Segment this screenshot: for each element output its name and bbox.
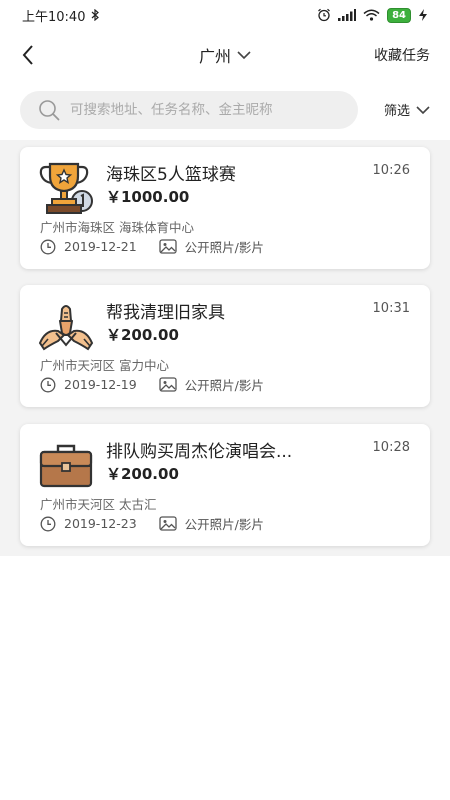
- chevron-down-icon: [237, 51, 251, 60]
- task-meta: 2019-12-23 公开照片/影片: [40, 514, 286, 533]
- briefcase-icon: [39, 444, 93, 488]
- city-selector[interactable]: 广州: [165, 43, 285, 67]
- search-row: 筛选: [0, 80, 450, 140]
- task-price: ￥200.00: [106, 326, 179, 344]
- city-label: 广州: [198, 47, 231, 66]
- task-date: 2019-12-21: [40, 239, 137, 255]
- task-media-text: 公开照片/影片: [184, 517, 264, 532]
- task-title: 帮我清理旧家具: [106, 303, 225, 323]
- battery-indicator: 84: [387, 7, 411, 23]
- task-date-text: 2019-12-23: [64, 516, 137, 531]
- back-button[interactable]: [18, 42, 42, 68]
- task-date-text: 2019-12-19: [64, 377, 137, 392]
- alarm-icon: [318, 8, 330, 22]
- clock-icon: [40, 377, 56, 392]
- status-bar: 上午10:40 84: [0, 0, 450, 30]
- filter-label: 筛选: [383, 104, 410, 119]
- task-media: 公开照片/影片: [159, 237, 264, 256]
- charging-icon: [419, 9, 427, 21]
- task-time: 10:26: [372, 163, 410, 178]
- task-card[interactable]: 排队购买周杰伦演唱会... 10:28 ￥200.00 广州市天河区 太古汇 2…: [20, 424, 430, 546]
- status-time: 上午10:40: [22, 9, 86, 25]
- task-date-text: 2019-12-21: [64, 239, 137, 254]
- image-icon: [159, 239, 177, 254]
- task-meta: 2019-12-21 公开照片/影片: [40, 237, 286, 256]
- wifi-icon: [363, 9, 380, 21]
- clock-icon: [40, 239, 56, 254]
- task-media: 公开照片/影片: [159, 375, 264, 394]
- task-time: 10:31: [372, 301, 410, 316]
- search-input[interactable]: [70, 102, 340, 118]
- task-media: 公开照片/影片: [159, 514, 264, 533]
- filter-button[interactable]: 筛选: [384, 100, 430, 119]
- clock-icon: [40, 516, 56, 531]
- task-date: 2019-12-23: [40, 516, 137, 532]
- task-address: 广州市天河区 富力中心: [40, 358, 169, 373]
- signal-icon: [338, 9, 357, 21]
- hands-icon: [38, 305, 94, 351]
- trophy-icon: [39, 162, 93, 214]
- task-date: 2019-12-19: [40, 377, 137, 393]
- task-media-text: 公开照片/影片: [184, 378, 264, 393]
- favorite-tasks-link[interactable]: 收藏任务: [374, 45, 430, 65]
- image-icon: [159, 516, 177, 531]
- chevron-down-icon: [416, 105, 430, 114]
- nav-bar: 广州 收藏任务: [0, 30, 450, 80]
- task-address: 广州市天河区 太古汇: [40, 497, 157, 512]
- image-icon: [159, 377, 177, 392]
- bluetooth-icon: [92, 9, 100, 21]
- task-card[interactable]: 帮我清理旧家具 10:31 ￥200.00 广州市天河区 富力中心 2019-1…: [20, 285, 430, 407]
- task-address: 广州市海珠区 海珠体育中心: [40, 220, 194, 235]
- task-list: 海珠区5人篮球赛 10:26 ￥1000.00 广州市海珠区 海珠体育中心 20…: [0, 140, 450, 556]
- search-box[interactable]: [20, 91, 358, 129]
- task-card[interactable]: 海珠区5人篮球赛 10:26 ￥1000.00 广州市海珠区 海珠体育中心 20…: [20, 147, 430, 269]
- task-title: 海珠区5人篮球赛: [106, 165, 236, 185]
- task-title: 排队购买周杰伦演唱会...: [106, 442, 293, 462]
- task-time: 10:28: [372, 440, 410, 455]
- task-media-text: 公开照片/影片: [184, 240, 264, 255]
- task-meta: 2019-12-19 公开照片/影片: [40, 375, 286, 394]
- search-icon: [39, 100, 60, 121]
- task-price: ￥1000.00: [106, 188, 190, 206]
- task-price: ￥200.00: [106, 465, 179, 483]
- chevron-left-icon: [22, 45, 33, 65]
